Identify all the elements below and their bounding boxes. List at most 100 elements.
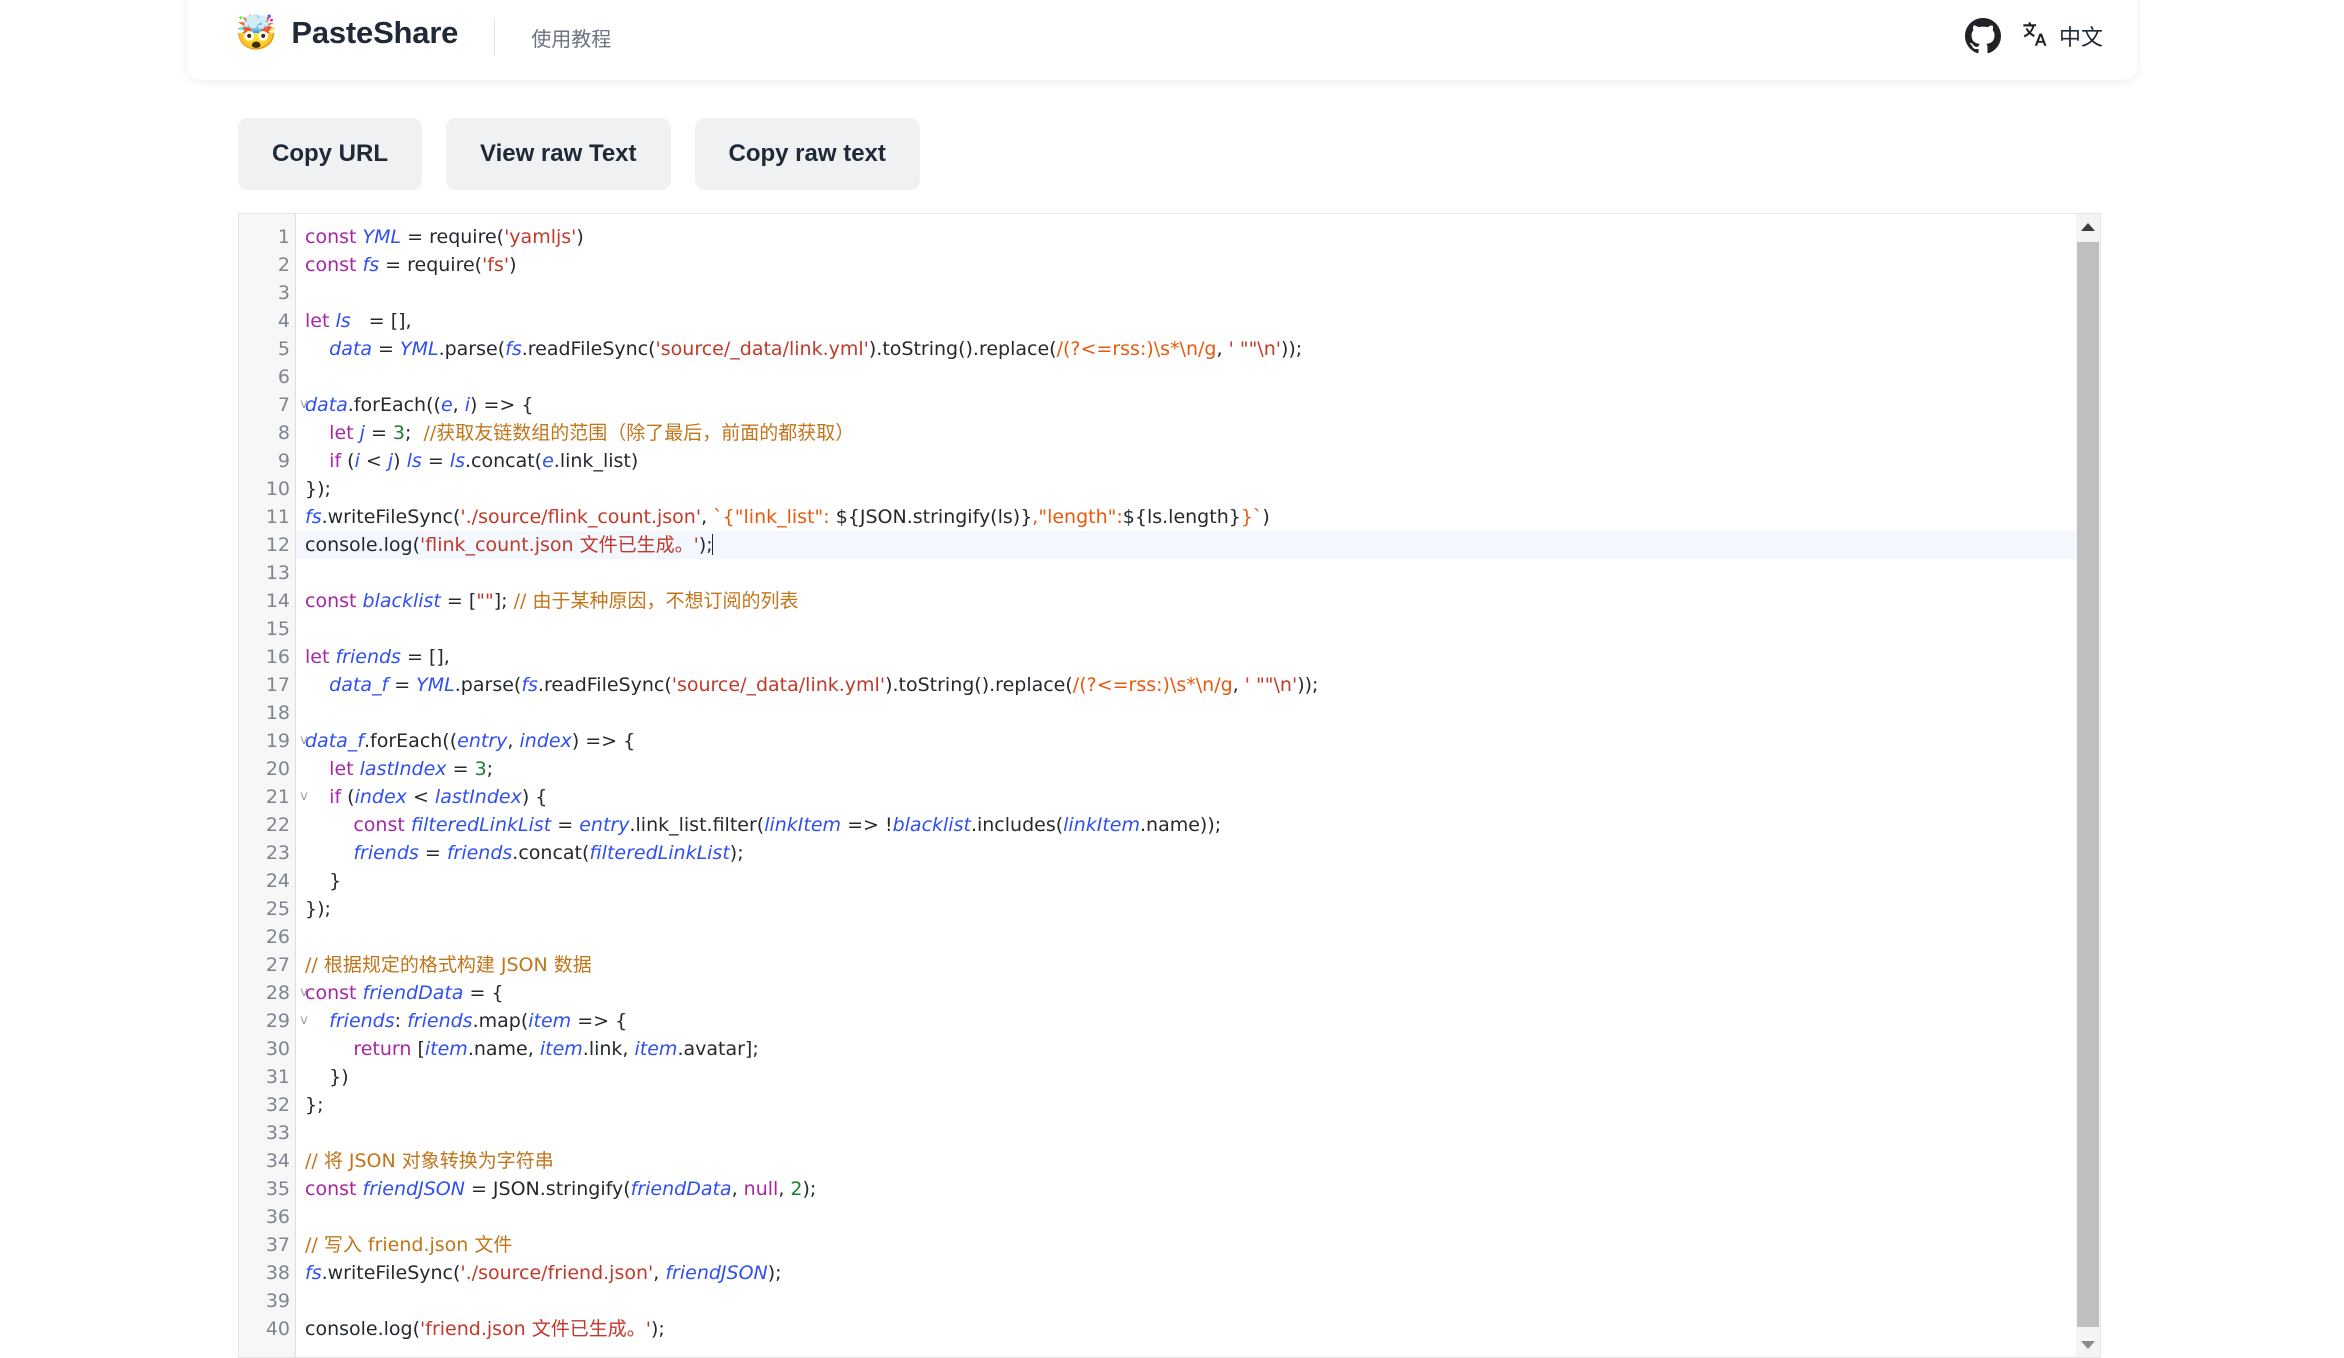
language-label: 中文	[2058, 25, 2103, 50]
code-line[interactable]	[296, 615, 2100, 643]
line-number: 7v	[239, 391, 308, 419]
code-line[interactable]	[296, 559, 2100, 587]
code-line[interactable]: };	[296, 1091, 2100, 1119]
copy-raw-text-button[interactable]: Copy raw text	[694, 118, 920, 190]
line-number: 9	[277, 450, 290, 472]
scroll-down-arrow-icon	[2081, 1340, 2095, 1349]
code-line[interactable]: fs.writeFileSync('./source/friend.json',…	[296, 1259, 2100, 1287]
code-line[interactable]	[296, 279, 2100, 307]
code-line[interactable]: let ls = [],	[296, 307, 2100, 335]
code-line[interactable]	[296, 923, 2100, 951]
code-line[interactable]	[296, 1203, 2100, 1231]
scrollbar-thumb[interactable]	[2077, 242, 2099, 1327]
line-number: 2	[277, 254, 290, 276]
code-line[interactable]: // 写入 friend.json 文件	[296, 1231, 2100, 1259]
copy-url-button[interactable]: Copy URL	[238, 118, 422, 190]
nav-link-tutorial[interactable]: 使用教程	[531, 23, 611, 52]
line-number: 15	[265, 618, 290, 640]
exploding-head-logo-icon: 🤯	[235, 14, 278, 52]
code-line[interactable]	[296, 1287, 2100, 1315]
header-divider	[494, 18, 496, 56]
code-line[interactable]: console.log('flink_count.json 文件已生成。');	[296, 531, 2100, 559]
line-number: 27	[265, 954, 290, 976]
code-line[interactable]: const blacklist = [""]; // 由于某种原因，不想订阅的列…	[296, 587, 2100, 615]
line-number: 40	[265, 1318, 290, 1340]
line-number: 29 v	[239, 1007, 308, 1035]
code-line[interactable]: if (i < j) ls = ls.concat(e.link_list)	[296, 447, 2100, 475]
translate-icon	[2019, 19, 2049, 54]
code-line[interactable]: const YML = require('yamljs')	[296, 223, 2100, 251]
code-line[interactable]: let j = 3; //获取友链数组的范围（除了最后，前面的都获取）	[296, 419, 2100, 447]
code-line[interactable]: });	[296, 475, 2100, 503]
line-number: 36	[265, 1206, 290, 1228]
line-number: 24	[265, 870, 290, 892]
code-content[interactable]: const YML = require('yamljs') const fs = …	[296, 214, 2100, 1357]
line-number: 4	[277, 310, 290, 332]
line-number-gutter: 1 2 3 4 5 6 7 v 8 9 10 11 12 13 14 15 16 17 18 19 v 20 21 v 22 23…	[239, 214, 308, 1357]
line-number: 34	[265, 1150, 290, 1172]
line-number: 3	[277, 282, 290, 304]
code-line[interactable]: })	[296, 1063, 2100, 1091]
editor-vertical-scrollbar[interactable]	[2076, 213, 2101, 1358]
line-number: 35	[265, 1178, 290, 1200]
code-line[interactable]: let friends = [],	[296, 643, 2100, 671]
line-number: 18	[265, 702, 290, 724]
line-number: 23	[265, 842, 290, 864]
line-number: 12	[265, 534, 290, 556]
code-line[interactable]: data_f.forEach((entry, index) => {	[296, 727, 2100, 755]
line-number: 17	[265, 674, 290, 696]
code-editor[interactable]: 1 2 3 4 5 6 7 v 8 9 10 11 12 13 14 15 16 17 18 19 v 20 21 v 22 23…	[238, 213, 2100, 1358]
code-line[interactable]: friends: friends.map(item => {	[296, 1007, 2100, 1035]
brand-name: PasteShare	[291, 15, 459, 50]
code-line[interactable]: if (index < lastIndex) {	[296, 783, 2100, 811]
code-line[interactable]: const friendJSON = JSON.stringify(friend…	[296, 1175, 2100, 1203]
code-line[interactable]: const fs = require('fs')	[296, 251, 2100, 279]
site-header: 🤯 PasteShare 使用教程 中文	[187, 0, 2137, 80]
line-number: 21 v	[239, 783, 308, 811]
code-line[interactable]: // 将 JSON 对象转换为字符串	[296, 1147, 2100, 1175]
scroll-up-arrow-icon	[2081, 222, 2095, 231]
code-line[interactable]: }	[296, 867, 2100, 895]
code-line[interactable]: const filteredLinkList = entry.link_list…	[296, 811, 2100, 839]
line-number: 37	[265, 1234, 290, 1256]
action-toolbar: Copy URL View raw Text Copy raw text	[238, 118, 920, 190]
code-line[interactable]: });	[296, 895, 2100, 923]
line-number: 20	[265, 758, 290, 780]
line-number: 30	[265, 1038, 290, 1060]
language-switcher[interactable]: 中文	[2019, 19, 2103, 54]
header-actions: 中文	[1964, 18, 2103, 54]
line-number: 19 v	[239, 727, 308, 755]
code-line[interactable]: friends = friends.concat(filteredLinkLis…	[296, 839, 2100, 867]
text-cursor	[711, 534, 713, 555]
code-line[interactable]: // 根据规定的格式构建 JSON 数据	[296, 951, 2100, 979]
scroll-up-button[interactable]	[2076, 214, 2100, 239]
brand[interactable]: 🤯 PasteShare	[235, 15, 458, 51]
line-number: 25	[265, 898, 290, 920]
line-number: 1	[277, 226, 290, 248]
scroll-down-button[interactable]	[2076, 1332, 2100, 1357]
line-number: 26	[265, 926, 290, 948]
code-line[interactable]	[296, 363, 2100, 391]
line-number: 33	[265, 1122, 290, 1144]
github-icon[interactable]	[1964, 18, 2001, 54]
line-number: 28 v	[239, 979, 308, 1007]
line-number: 38	[265, 1262, 290, 1284]
code-line[interactable]	[296, 699, 2100, 727]
code-line[interactable]: console.log('friend.json 文件已生成。');	[296, 1315, 2100, 1343]
code-line[interactable]: const friendData = {	[296, 979, 2100, 1007]
code-line[interactable]: data = YML.parse(fs.readFileSync('source…	[296, 335, 2100, 363]
code-line[interactable]	[296, 1119, 2100, 1147]
line-number: 5	[277, 338, 290, 360]
code-line[interactable]: let lastIndex = 3;	[296, 755, 2100, 783]
code-line[interactable]: data_f = YML.parse(fs.readFileSync('sour…	[296, 671, 2100, 699]
code-line[interactable]: fs.writeFileSync('./source/flink_count.j…	[296, 503, 2100, 531]
line-number: 13	[265, 562, 290, 584]
code-line[interactable]: return [item.name, item.link, item.avata…	[296, 1035, 2100, 1063]
view-raw-text-button[interactable]: View raw Text	[446, 118, 671, 190]
line-number: 14	[265, 590, 290, 612]
line-number: 16	[265, 646, 290, 668]
line-number: 8	[277, 422, 290, 444]
line-number: 22	[265, 814, 290, 836]
line-number: 31	[265, 1066, 290, 1088]
code-line[interactable]: data.forEach((e, i) => {	[296, 391, 2100, 419]
